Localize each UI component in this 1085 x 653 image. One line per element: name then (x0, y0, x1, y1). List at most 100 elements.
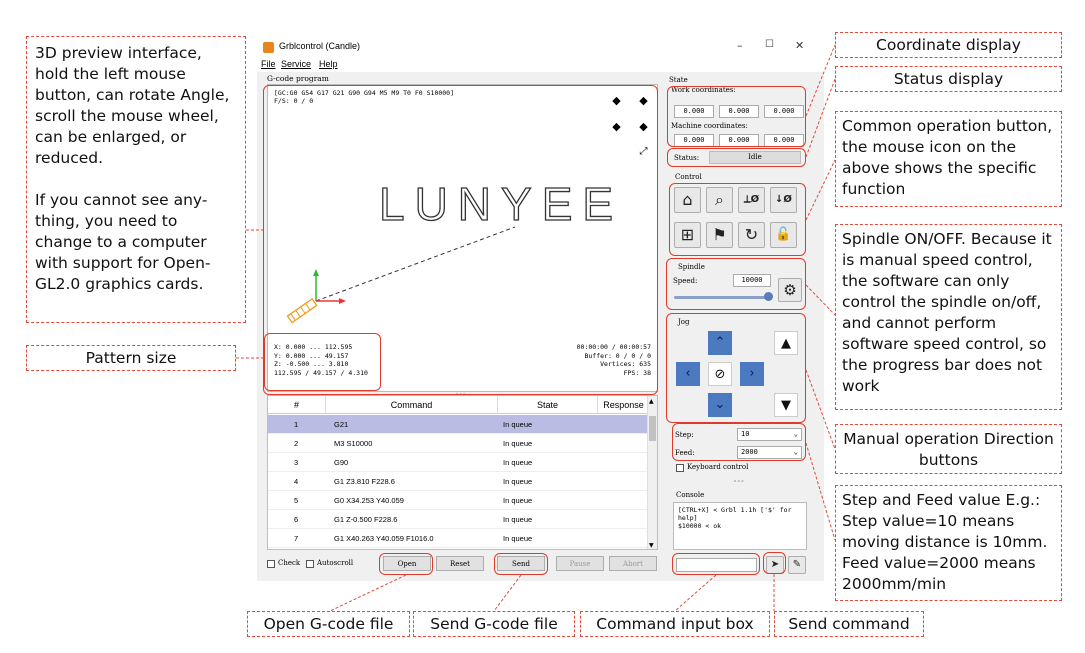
row-command: G1 Z-0.500 F228.6 (334, 515, 398, 524)
row-state: In queue (503, 420, 533, 429)
autoscroll-label: Autoscroll (317, 559, 354, 567)
console-line: help] (678, 514, 698, 522)
pattern-size-annotation: Pattern size (26, 345, 236, 371)
table-row[interactable]: 1 G21 In queue (268, 415, 648, 434)
table-row[interactable]: 2 M3 S10000 In queue (268, 434, 648, 453)
row-number: 6 (294, 515, 299, 524)
row-state: In queue (503, 534, 533, 543)
open-file-text: Open G-code file (263, 615, 394, 633)
eraser-icon: ✎ (792, 559, 802, 570)
coordinate-display-annotation: Coordinate display (835, 32, 1062, 58)
cmd-input-text: Command input box (596, 615, 754, 633)
gcode-table[interactable]: # Command State Response 1 G21 In queue 2 M3… (267, 395, 658, 550)
maximize-button[interactable]: ☐ (765, 39, 774, 50)
row-state: In queue (503, 496, 533, 505)
highlight-status (667, 148, 806, 167)
menu-file[interactable]: File (261, 59, 276, 69)
check-label: Check (278, 559, 301, 567)
splitter-handle[interactable]: ∘∘∘ (733, 478, 744, 485)
send-file-text: Send G-code file (430, 615, 558, 633)
row-state: In queue (503, 439, 533, 448)
table-row[interactable]: 5 G0 X34.253 Y40.059 In queue (268, 491, 648, 510)
console-line: [CTRL+X] < Grbl 1.1h ['$' for (678, 506, 792, 514)
app-icon (263, 42, 274, 53)
row-command: M3 S10000 (334, 439, 373, 448)
send-cmd-text: Send command (788, 615, 910, 633)
row-command: G21 (334, 420, 349, 429)
table-row[interactable]: 3 G90 In queue (268, 453, 648, 472)
gcode-group-label: G-code program (267, 74, 329, 83)
step-feed-annotation: Step and Feed value E.g.: Step value=10 … (835, 485, 1062, 601)
abort-button[interactable]: Abort (609, 556, 657, 571)
col-response[interactable]: Response (598, 396, 650, 414)
row-command: G1 Z3.810 F228.6 (334, 477, 395, 486)
table-row[interactable]: 6 G1 Z-0.500 F228.6 In queue (268, 510, 648, 529)
table-scrollbar[interactable]: ▲ ▼ (647, 396, 657, 549)
table-row[interactable]: 7 G1 X40.263 Y40.059 F1016.0 In queue (268, 529, 648, 548)
keyboard-control-label: Keyboard control (687, 463, 749, 471)
row-command: G90 (334, 458, 349, 467)
row-state: In queue (503, 515, 533, 524)
keyboard-control-checkbox[interactable] (676, 464, 684, 472)
highlight-jog (666, 313, 806, 423)
highlight-spindle (666, 258, 806, 310)
highlight-pattern-size (264, 333, 381, 391)
menu-service[interactable]: Service (281, 59, 311, 69)
state-label: State (669, 76, 688, 84)
col-command[interactable]: Command (326, 396, 498, 414)
minimize-button[interactable]: – (737, 39, 743, 52)
spindle-annotation: Spindle ON/OFF. Because it is manual spe… (835, 224, 1062, 410)
window-title: Grblcontrol (Candle) (279, 41, 361, 51)
preview-annotation-p2: If you cannot see any-thing, you need to… (35, 191, 211, 293)
preview-annotation: 3D preview interface, hold the left mous… (26, 36, 246, 323)
spindle-text: Spindle ON/OFF. Because it is manual spe… (842, 230, 1052, 395)
row-command: G0 X34.253 Y40.059 (334, 496, 404, 505)
menu-help[interactable]: Help (319, 59, 338, 69)
autoscroll-checkbox[interactable] (306, 560, 314, 568)
status-display-annotation: Status display (835, 66, 1062, 92)
reset-button[interactable]: Reset (436, 556, 484, 571)
row-state: In queue (503, 458, 533, 467)
open-file-annotation: Open G-code file (247, 611, 410, 637)
close-button[interactable]: ✕ (795, 39, 804, 52)
step-feed-text: Step and Feed value E.g.: Step value=10 … (842, 491, 1048, 593)
highlight-control (669, 183, 806, 256)
highlight-coordinates (667, 86, 806, 147)
cmd-input-annotation: Command input box (580, 611, 770, 637)
row-command: G1 X40.263 Y40.059 F1016.0 (334, 534, 434, 543)
highlight-step-feed (672, 423, 806, 461)
check-checkbox[interactable] (267, 560, 275, 568)
row-state: In queue (503, 477, 533, 486)
row-number: 3 (294, 458, 299, 467)
row-number: 1 (294, 420, 299, 429)
pause-button[interactable]: Pause (556, 556, 604, 571)
highlight-command-input (672, 553, 760, 575)
coordinate-display-text: Coordinate display (876, 36, 1021, 54)
col-state[interactable]: State (498, 396, 598, 414)
console-label: Console (676, 491, 705, 499)
pattern-size-text: Pattern size (85, 349, 177, 367)
highlight-send-command (763, 552, 786, 574)
preview-annotation-p1: 3D preview interface, hold the left mous… (35, 44, 230, 167)
manual-ops-text: Manual operation Direction buttons (843, 430, 1054, 469)
row-number: 7 (294, 534, 299, 543)
table-row[interactable]: 4 G1 Z3.810 F228.6 In queue (268, 472, 648, 491)
menu-bar: File Service Help (257, 58, 824, 72)
status-display-text: Status display (893, 70, 1004, 88)
title-bar: Grblcontrol (Candle) – ☐ ✕ (257, 36, 824, 58)
control-label: Control (675, 173, 702, 181)
common-ops-annotation: Common operation button, the mouse icon … (835, 111, 1062, 207)
common-ops-text: Common operation button, the mouse icon … (842, 117, 1053, 198)
console-output: [CTRL+X] < Grbl 1.1h ['$' for help] $100… (673, 502, 807, 550)
send-cmd-annotation: Send command (774, 611, 924, 637)
highlight-send (494, 553, 548, 575)
clear-console-button[interactable]: ✎ (788, 556, 806, 574)
manual-ops-annotation: Manual operation Direction buttons (835, 424, 1062, 474)
send-file-annotation: Send G-code file (413, 611, 575, 637)
highlight-open (379, 553, 433, 575)
row-number: 2 (294, 439, 299, 448)
console-line: $10000 < ok (678, 522, 722, 530)
row-number: 4 (294, 477, 299, 486)
row-number: 5 (294, 496, 299, 505)
col-number[interactable]: # (268, 396, 326, 414)
